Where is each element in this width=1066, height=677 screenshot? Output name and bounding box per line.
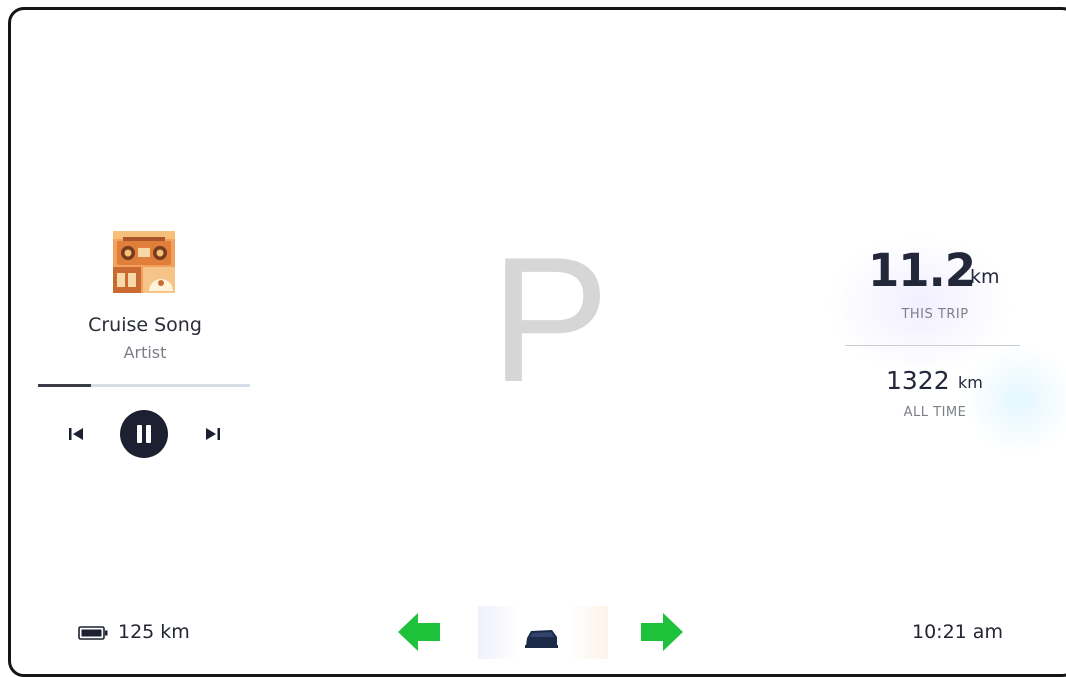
song-progress-bar[interactable] bbox=[38, 384, 250, 387]
this-trip-value: 11.2 bbox=[868, 244, 976, 297]
skip-previous-icon[interactable] bbox=[66, 424, 86, 444]
car-icon[interactable] bbox=[524, 626, 559, 650]
skip-next-icon[interactable] bbox=[203, 424, 223, 444]
battery-range: 125 km bbox=[118, 621, 190, 643]
pause-icon bbox=[137, 425, 151, 443]
album-art bbox=[113, 231, 175, 293]
clock: 10:21 am bbox=[912, 621, 1003, 643]
this-trip-unit: km bbox=[970, 266, 1000, 288]
glow-decoration bbox=[960, 340, 1066, 460]
all-time-unit: km bbox=[958, 373, 983, 392]
song-artist: Artist bbox=[123, 343, 167, 362]
this-trip-label: THIS TRIP bbox=[901, 307, 969, 322]
gear-indicator: P bbox=[490, 220, 610, 419]
turn-left-arrow-icon bbox=[398, 613, 440, 651]
battery-icon bbox=[78, 626, 108, 640]
all-time-label: ALL TIME bbox=[903, 405, 967, 420]
stats-divider bbox=[845, 345, 1020, 346]
all-time-value: 1322 bbox=[886, 366, 950, 395]
turn-right-arrow-icon bbox=[641, 613, 683, 651]
play-pause-button[interactable] bbox=[120, 410, 168, 458]
song-title: Cruise Song bbox=[88, 314, 202, 336]
song-progress-fill bbox=[38, 384, 91, 387]
